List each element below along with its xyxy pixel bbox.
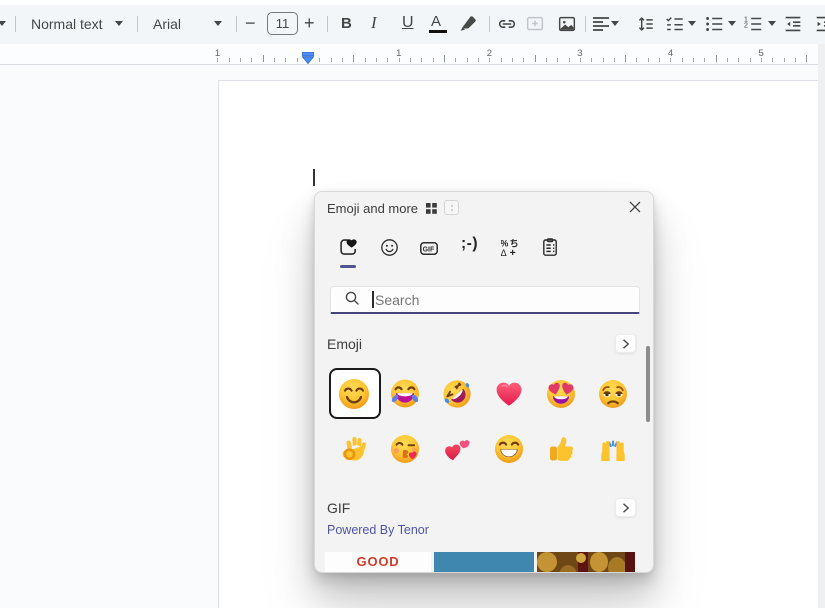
svg-text:2: 2 — [744, 21, 748, 30]
svg-text:Δ: Δ — [501, 248, 507, 256]
svg-text:+: + — [510, 247, 516, 256]
svg-text:GIF: GIF — [423, 247, 435, 254]
svg-text:%: % — [501, 239, 509, 248]
